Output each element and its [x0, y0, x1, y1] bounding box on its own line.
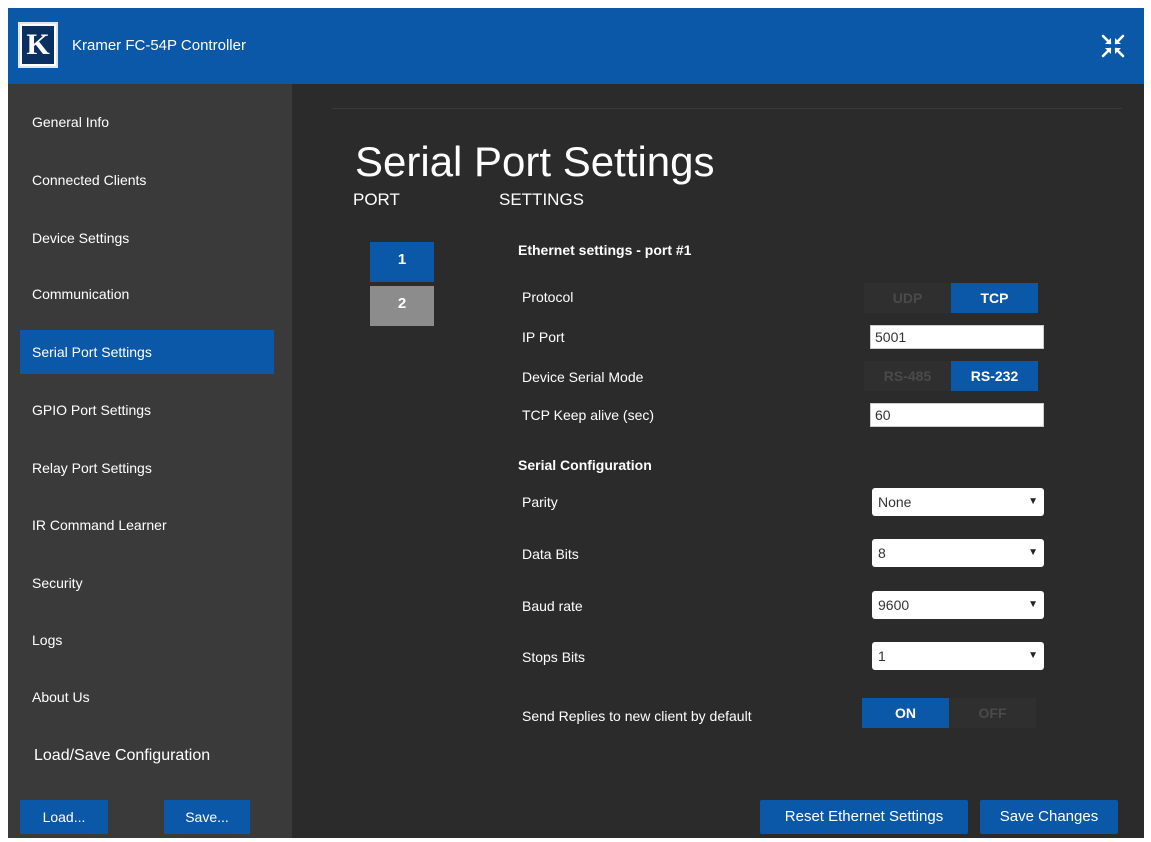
tcp-keepalive-input[interactable] — [870, 403, 1044, 427]
save-changes-button[interactable]: Save Changes — [980, 800, 1118, 834]
load-save-config-title: Load/Save Configuration — [34, 747, 211, 764]
dropdown-caret-icon: ▼ — [1028, 599, 1038, 610]
send-replies-toggle[interactable]: ON OFF — [862, 698, 1036, 728]
parity-value: None — [878, 494, 912, 510]
baud-rate-label: Baud rate — [522, 598, 583, 614]
send-replies-option-on[interactable]: ON — [862, 698, 949, 728]
serial-mode-option-rs232[interactable]: RS-232 — [951, 361, 1038, 391]
serial-mode-toggle[interactable]: RS-485 RS-232 — [864, 361, 1038, 391]
device-serial-mode-label: Device Serial Mode — [522, 369, 644, 385]
sidebar-item-general-info[interactable]: General Info — [20, 100, 274, 144]
send-replies-option-off[interactable]: OFF — [949, 698, 1036, 728]
sidebar-item-serial-port-settings[interactable]: Serial Port Settings — [20, 330, 274, 374]
sidebar: General Info Connected Clients Device Se… — [8, 84, 292, 838]
page-title: Serial Port Settings — [355, 138, 715, 185]
main-panel: Serial Port Settings PORT SETTINGS 1 2 E… — [292, 84, 1144, 838]
protocol-toggle[interactable]: UDP TCP — [864, 283, 1038, 313]
data-bits-value: 8 — [878, 545, 886, 561]
ethernet-settings-title: Ethernet settings - port #1 — [518, 242, 692, 258]
sidebar-item-connected-clients[interactable]: Connected Clients — [20, 158, 274, 202]
stop-bits-label: Stops Bits — [522, 649, 586, 665]
stop-bits-select[interactable]: 1 ▼ — [872, 642, 1044, 670]
ip-port-label: IP Port — [522, 329, 565, 345]
header-bar: K Kramer FC-54P Controller — [8, 8, 1144, 84]
dropdown-caret-icon: ▼ — [1028, 547, 1038, 558]
sidebar-item-communication[interactable]: Communication — [20, 272, 274, 316]
send-replies-label: Send Replies to new client by default — [522, 708, 752, 724]
collapse-arrows-icon[interactable] — [1100, 33, 1126, 59]
parity-label: Parity — [522, 494, 558, 510]
protocol-label: Protocol — [522, 289, 574, 305]
sidebar-item-security[interactable]: Security — [20, 561, 274, 605]
data-bits-label: Data Bits — [522, 546, 579, 562]
logo-letter: K — [22, 26, 54, 64]
dropdown-caret-icon: ▼ — [1028, 496, 1038, 507]
port-1-button[interactable]: 1 — [370, 242, 434, 282]
reset-ethernet-settings-button[interactable]: Reset Ethernet Settings — [760, 800, 968, 834]
serial-configuration-title: Serial Configuration — [518, 457, 652, 473]
tcp-keepalive-label: TCP Keep alive (sec) — [522, 407, 655, 423]
parity-select[interactable]: None ▼ — [872, 488, 1044, 516]
kramer-logo: K — [18, 22, 58, 68]
app-window: K Kramer FC-54P Controller General Info … — [8, 8, 1144, 838]
dropdown-caret-icon: ▼ — [1028, 650, 1038, 661]
port-column-header: PORT — [353, 190, 400, 209]
port-2-button[interactable]: 2 — [370, 286, 434, 326]
divider — [332, 108, 1122, 109]
settings-column-header: SETTINGS — [499, 190, 585, 209]
baud-rate-select[interactable]: 9600 ▼ — [872, 591, 1044, 619]
data-bits-select[interactable]: 8 ▼ — [872, 539, 1044, 567]
save-button[interactable]: Save... — [164, 800, 250, 834]
sidebar-item-relay-port-settings[interactable]: Relay Port Settings — [20, 446, 274, 490]
ip-port-input[interactable] — [870, 325, 1044, 349]
sidebar-item-about-us[interactable]: About Us — [20, 675, 274, 719]
baud-rate-value: 9600 — [878, 597, 910, 613]
load-button[interactable]: Load... — [20, 800, 108, 834]
protocol-option-tcp[interactable]: TCP — [951, 283, 1038, 313]
sidebar-item-logs[interactable]: Logs — [20, 618, 274, 662]
stop-bits-value: 1 — [878, 648, 886, 664]
sidebar-item-ir-command-learner[interactable]: IR Command Learner — [20, 503, 274, 547]
protocol-option-udp[interactable]: UDP — [864, 283, 951, 313]
serial-mode-option-rs485[interactable]: RS-485 — [864, 361, 951, 391]
app-title: Kramer FC-54P Controller — [72, 37, 246, 54]
sidebar-item-gpio-port-settings[interactable]: GPIO Port Settings — [20, 388, 274, 432]
sidebar-item-device-settings[interactable]: Device Settings — [20, 216, 274, 260]
